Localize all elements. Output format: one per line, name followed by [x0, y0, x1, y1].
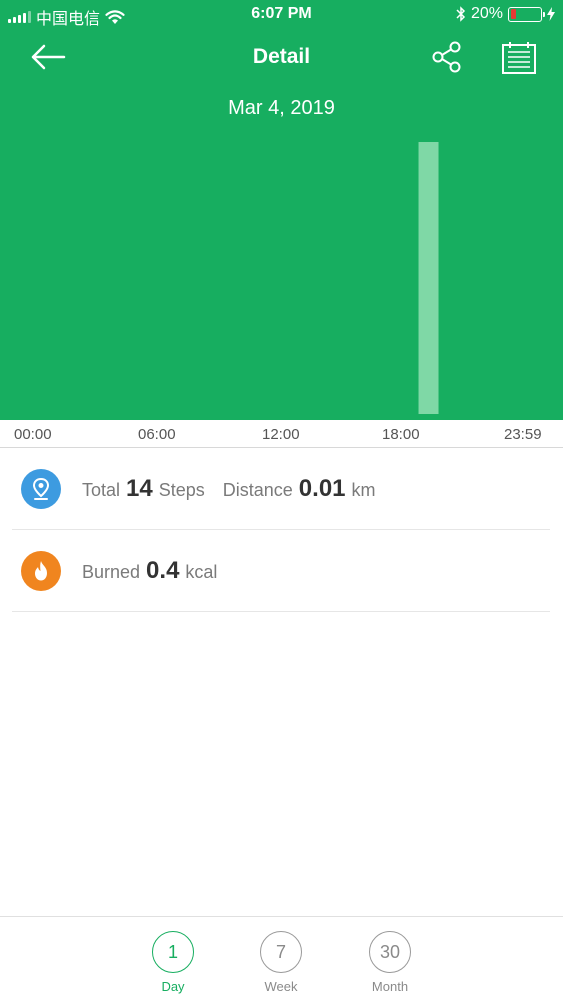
status-bar: 中国电信 6:07 PM 20% — [0, 0, 563, 30]
total-steps-value: 14 — [126, 474, 153, 502]
share-button[interactable] — [430, 40, 464, 74]
tab-day[interactable]: 1 Day — [143, 931, 203, 994]
battery-icon — [508, 6, 545, 22]
tab-week[interactable]: 7 Week — [251, 931, 311, 994]
bluetooth-icon — [456, 6, 466, 22]
steps-chart — [418, 142, 439, 414]
burned-label: Burned — [82, 561, 141, 582]
tab-month-number: 30 — [369, 931, 411, 973]
tab-week-number: 7 — [260, 931, 302, 973]
calories-summary-row: Burned 0.4 kcal — [12, 530, 550, 612]
burned-value: 0.4 — [146, 556, 180, 584]
time-axis: 00:00 06:00 12:00 18:00 23:59 — [0, 420, 563, 448]
tab-day-label: Day — [161, 979, 185, 994]
battery-percent: 20% — [470, 5, 503, 22]
chart-bar-hour-17 — [418, 142, 439, 414]
axis-tick-label: 00:00 — [14, 426, 52, 443]
steps-summary-text: Total 14 Steps Distance 0.01 km — [82, 475, 376, 503]
total-label: Total — [82, 479, 121, 500]
axis-tick-label: 06:00 — [138, 426, 176, 443]
page-title: Detail — [252, 45, 311, 68]
period-tab-bar: 1 Day 7 Week 30 Month — [0, 916, 563, 1000]
burned-unit: kcal — [185, 561, 218, 582]
calendar-icon — [502, 42, 536, 74]
tab-week-label: Week — [264, 979, 298, 994]
steps-unit: Steps — [158, 479, 205, 500]
distance-unit: km — [351, 479, 376, 500]
calories-summary-text: Burned 0.4 kcal — [82, 557, 217, 585]
axis-tick-label: 23:59 — [504, 426, 542, 443]
steps-summary-row: Total 14 Steps Distance 0.01 km — [12, 448, 550, 530]
calendar-button[interactable] — [500, 40, 538, 76]
header: Detail Mar 4, 2019 — [0, 30, 563, 420]
axis-tick-label: 12:00 — [262, 426, 300, 443]
tab-month[interactable]: 30 Month — [360, 931, 420, 994]
location-pin-icon — [21, 468, 61, 509]
tab-day-number: 1 — [152, 931, 194, 973]
flame-icon — [21, 550, 61, 591]
charging-bolt-icon — [547, 7, 555, 21]
distance-label: Distance — [222, 479, 293, 500]
axis-tick-label: 18:00 — [382, 426, 420, 443]
status-right: 20% — [456, 5, 555, 23]
date-label: Mar 4, 2019 — [228, 97, 335, 119]
share-icon — [432, 41, 461, 73]
tab-month-label: Month — [371, 979, 409, 994]
distance-value: 0.01 — [298, 474, 346, 502]
